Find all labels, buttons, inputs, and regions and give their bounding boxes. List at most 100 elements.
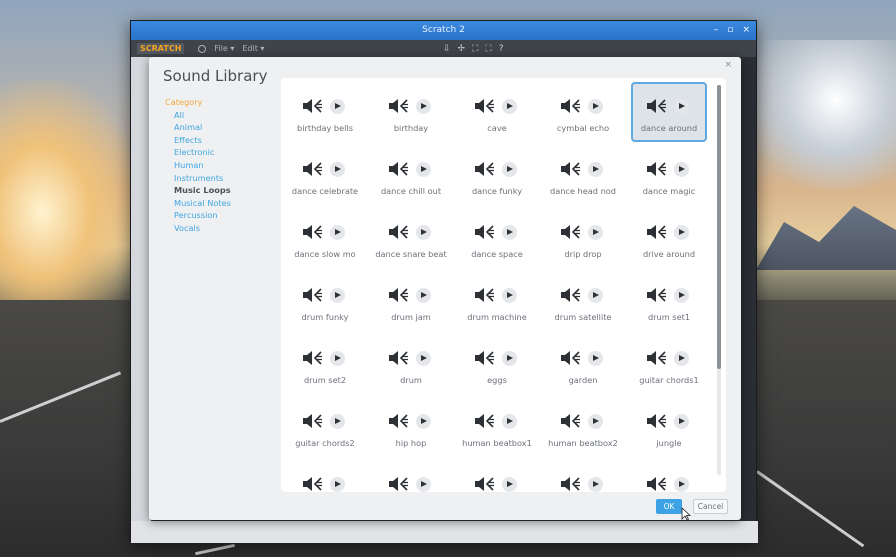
category-vocals[interactable]: Vocals bbox=[165, 222, 275, 235]
sound-tile[interactable]: dance snare beat bbox=[373, 208, 449, 268]
globe-icon[interactable] bbox=[198, 44, 207, 53]
sound-tile[interactable] bbox=[287, 460, 363, 492]
play-icon[interactable] bbox=[502, 161, 517, 177]
play-icon[interactable] bbox=[330, 224, 345, 240]
category-musical-notes[interactable]: Musical Notes bbox=[165, 197, 275, 210]
play-icon[interactable] bbox=[502, 224, 517, 240]
sound-tile[interactable]: guitar chords1 bbox=[631, 334, 707, 394]
play-icon[interactable] bbox=[502, 350, 517, 366]
sound-tile[interactable] bbox=[459, 460, 535, 492]
sound-tile[interactable]: garden bbox=[545, 334, 621, 394]
play-icon[interactable] bbox=[502, 476, 517, 492]
sound-tile[interactable]: drum satellite bbox=[545, 271, 621, 331]
sound-tile[interactable]: dance head nod bbox=[545, 145, 621, 205]
play-icon[interactable] bbox=[588, 413, 603, 429]
scratch-logo[interactable]: SCRATCH bbox=[137, 43, 185, 54]
play-icon[interactable] bbox=[416, 476, 431, 492]
sound-tile[interactable]: jungle bbox=[631, 397, 707, 457]
play-icon[interactable] bbox=[502, 98, 517, 114]
sound-tile[interactable]: dance space bbox=[459, 208, 535, 268]
sound-tile[interactable]: birthday bbox=[373, 82, 449, 142]
menu-edit[interactable]: Edit ▾ bbox=[242, 44, 264, 53]
play-icon[interactable] bbox=[588, 287, 603, 303]
play-icon[interactable] bbox=[416, 161, 431, 177]
duplicate-icon[interactable]: ⇩ bbox=[443, 44, 451, 54]
window-close-icon[interactable]: × bbox=[742, 21, 750, 40]
play-icon[interactable] bbox=[330, 476, 345, 492]
play-icon[interactable] bbox=[330, 350, 345, 366]
sound-tile[interactable]: dance celebrate bbox=[287, 145, 363, 205]
speaker-icon bbox=[474, 476, 496, 492]
sound-tile[interactable]: birthday bells bbox=[287, 82, 363, 142]
ok-button[interactable]: OK bbox=[656, 499, 682, 514]
sound-tile[interactable]: drum set2 bbox=[287, 334, 363, 394]
sound-tile[interactable]: drum machine bbox=[459, 271, 535, 331]
dialog-close-icon[interactable]: × bbox=[724, 60, 732, 70]
sound-tile[interactable] bbox=[373, 460, 449, 492]
sound-tile[interactable]: dance magic bbox=[631, 145, 707, 205]
scrollbar-thumb[interactable] bbox=[717, 85, 721, 369]
window-titlebar[interactable]: Scratch 2 – ▫ × bbox=[131, 21, 756, 40]
play-icon[interactable] bbox=[416, 413, 431, 429]
sound-tile[interactable]: cave bbox=[459, 82, 535, 142]
sound-tile[interactable]: dance chill out bbox=[373, 145, 449, 205]
play-icon[interactable] bbox=[674, 476, 689, 492]
category-electronic[interactable]: Electronic bbox=[165, 146, 275, 159]
play-icon[interactable] bbox=[588, 476, 603, 492]
sound-tile[interactable]: human beatbox2 bbox=[545, 397, 621, 457]
sound-tile[interactable]: drum bbox=[373, 334, 449, 394]
sound-tile[interactable]: dance funky bbox=[459, 145, 535, 205]
play-icon[interactable] bbox=[330, 161, 345, 177]
play-icon[interactable] bbox=[330, 413, 345, 429]
sound-tile[interactable]: eggs bbox=[459, 334, 535, 394]
play-icon[interactable] bbox=[416, 224, 431, 240]
sound-tile[interactable]: drum jam bbox=[373, 271, 449, 331]
sound-tile[interactable] bbox=[545, 460, 621, 492]
sound-tile[interactable]: drip drop bbox=[545, 208, 621, 268]
category-music-loops[interactable]: Music Loops bbox=[165, 184, 275, 197]
play-icon[interactable] bbox=[330, 287, 345, 303]
sound-tile[interactable]: drum set1 bbox=[631, 271, 707, 331]
sound-name: drum funky bbox=[301, 312, 349, 322]
cancel-button[interactable]: Cancel bbox=[693, 499, 728, 514]
sound-tile[interactable]: human beatbox1 bbox=[459, 397, 535, 457]
play-icon[interactable] bbox=[416, 287, 431, 303]
sound-tile[interactable]: cymbal echo bbox=[545, 82, 621, 142]
sound-tile[interactable]: dance slow mo bbox=[287, 208, 363, 268]
sound-tile[interactable]: dance around bbox=[631, 82, 707, 142]
scrollbar[interactable] bbox=[717, 85, 721, 475]
minimize-icon[interactable]: – bbox=[714, 21, 719, 40]
play-icon[interactable] bbox=[588, 350, 603, 366]
play-icon[interactable] bbox=[502, 413, 517, 429]
sound-tile[interactable]: drive around bbox=[631, 208, 707, 268]
sound-tile[interactable]: hip hop bbox=[373, 397, 449, 457]
play-icon[interactable] bbox=[416, 98, 431, 114]
play-icon[interactable] bbox=[416, 350, 431, 366]
category-instruments[interactable]: Instruments bbox=[165, 172, 275, 185]
help-icon[interactable]: ? bbox=[499, 44, 504, 54]
grow-icon[interactable]: ⛶ bbox=[472, 44, 478, 54]
category-human[interactable]: Human bbox=[165, 159, 275, 172]
delete-icon[interactable]: ✢ bbox=[458, 44, 466, 54]
play-icon[interactable] bbox=[674, 161, 689, 177]
play-icon[interactable] bbox=[674, 224, 689, 240]
play-icon[interactable] bbox=[674, 287, 689, 303]
play-icon[interactable] bbox=[588, 161, 603, 177]
menu-file[interactable]: File ▾ bbox=[214, 44, 234, 53]
category-animal[interactable]: Animal bbox=[165, 121, 275, 134]
sound-tile[interactable]: guitar chords2 bbox=[287, 397, 363, 457]
play-icon[interactable] bbox=[588, 98, 603, 114]
play-icon[interactable] bbox=[674, 350, 689, 366]
category-percussion[interactable]: Percussion bbox=[165, 209, 275, 222]
play-icon[interactable] bbox=[674, 98, 689, 114]
category-all[interactable]: All bbox=[165, 109, 275, 122]
play-icon[interactable] bbox=[674, 413, 689, 429]
category-effects[interactable]: Effects bbox=[165, 134, 275, 147]
sound-tile[interactable]: drum funky bbox=[287, 271, 363, 331]
sound-tile[interactable] bbox=[631, 460, 707, 492]
maximize-icon[interactable]: ▫ bbox=[727, 21, 733, 40]
shrink-icon[interactable]: ⛶ bbox=[485, 44, 491, 54]
play-icon[interactable] bbox=[588, 224, 603, 240]
play-icon[interactable] bbox=[330, 98, 345, 114]
play-icon[interactable] bbox=[502, 287, 517, 303]
